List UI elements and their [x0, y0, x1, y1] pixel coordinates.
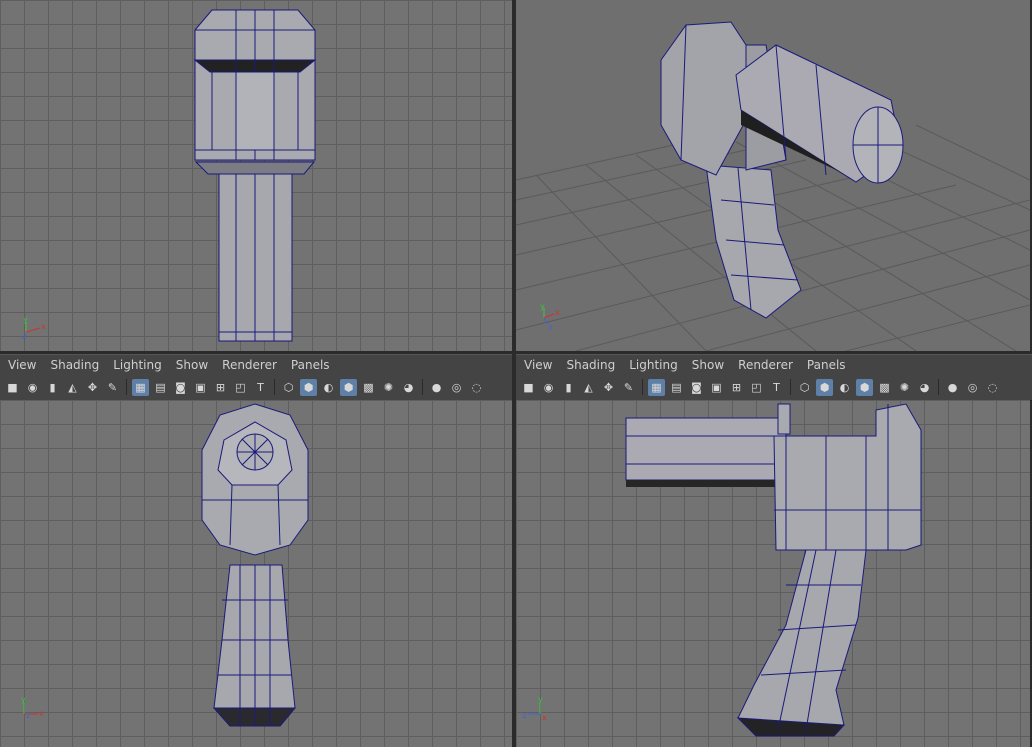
wireframe-icon[interactable]: ⬡: [280, 379, 297, 396]
svg-text:y: y: [538, 696, 543, 704]
hammer-side-mesh: [625, 403, 922, 737]
viewport-side[interactable]: y z x: [516, 400, 1030, 747]
panel-toolbar-right: View Shading Lighting Show Renderer Pane…: [516, 354, 1032, 401]
bookmark-icon[interactable]: ▮: [560, 379, 577, 396]
perspective-grid-and-mesh: [516, 21, 1030, 351]
2d-pan-zoom-icon[interactable]: ✥: [84, 379, 101, 396]
hammer-top-mesh: [201, 403, 309, 727]
image-plane-icon[interactable]: ◭: [580, 379, 597, 396]
safe-action-icon[interactable]: ◰: [748, 379, 765, 396]
safe-action-icon[interactable]: ◰: [232, 379, 249, 396]
screen-space-ao-icon[interactable]: ●: [428, 379, 445, 396]
axis-indicator: y zx: [536, 302, 566, 330]
grease-pencil-icon[interactable]: ✎: [104, 379, 121, 396]
menu-show[interactable]: Show: [176, 358, 208, 372]
menu-shading[interactable]: Shading: [50, 358, 99, 372]
svg-text:y: y: [21, 696, 26, 704]
wireframe-on-shaded-icon[interactable]: ⬢: [340, 378, 357, 396]
wireframe-on-shaded-icon[interactable]: ⬢: [856, 378, 873, 396]
svg-text:y: y: [23, 315, 28, 324]
shadows-icon[interactable]: ◕: [400, 379, 417, 396]
film-gate-icon[interactable]: ▤: [668, 379, 685, 396]
menu-panels[interactable]: Panels: [291, 358, 330, 372]
svg-text:x: x: [542, 713, 547, 722]
anti-aliasing-icon[interactable]: ◌: [468, 379, 485, 396]
panel-icons-left: ■ ◉ ▮ ◭ ✥ ✎ ▦ ▤ ◙ ▣ ⊞ ◰ T ⬡ ⬢ ◐ ⬢ ▩ ✺ ◕ …: [0, 375, 512, 399]
textured-icon[interactable]: ▩: [360, 379, 377, 396]
menu-panels[interactable]: Panels: [807, 358, 846, 372]
safe-title-icon[interactable]: T: [252, 379, 269, 396]
bookmark-icon[interactable]: ▮: [44, 379, 61, 396]
svg-text:z: z: [522, 711, 527, 720]
panel-icons-right: ■ ◉ ▮ ◭ ✥ ✎ ▦ ▤ ◙ ▣ ⊞ ◰ T ⬡ ⬢ ◐ ⬢ ▩ ✺ ◕ …: [516, 375, 1032, 399]
wireframe-icon[interactable]: ⬡: [796, 379, 813, 396]
menu-show[interactable]: Show: [692, 358, 724, 372]
resolution-gate-icon[interactable]: ◙: [172, 379, 189, 396]
gate-mask-icon[interactable]: ▣: [192, 379, 209, 396]
safe-title-icon[interactable]: T: [768, 379, 785, 396]
svg-text:z: z: [548, 323, 553, 330]
anti-aliasing-icon[interactable]: ◌: [984, 379, 1001, 396]
axis-indicator: yzx: [18, 696, 48, 722]
viewport-front-bottom[interactable]: yzx: [0, 400, 512, 747]
hammer-front-mesh: [193, 9, 317, 342]
film-gate-icon[interactable]: ▤: [152, 379, 169, 396]
viewport-front-top[interactable]: yz x: [0, 0, 512, 351]
panel-menu-left: View Shading Lighting Show Renderer Pane…: [0, 355, 512, 375]
grid-icon[interactable]: ▦: [132, 378, 149, 396]
motion-blur-icon[interactable]: ◎: [448, 379, 465, 396]
default-material-icon[interactable]: ◐: [320, 379, 337, 396]
menu-shading[interactable]: Shading: [566, 358, 615, 372]
menu-view[interactable]: View: [8, 358, 36, 372]
svg-text:x: x: [41, 322, 46, 331]
panel-toolbar-left: View Shading Lighting Show Renderer Pane…: [0, 354, 512, 401]
field-chart-icon[interactable]: ⊞: [212, 379, 229, 396]
svg-text:z: z: [22, 332, 27, 340]
smooth-shade-icon[interactable]: ⬢: [816, 378, 833, 396]
axis-indicator: y z x: [522, 696, 556, 722]
axis-indicator: yz x: [20, 314, 50, 340]
camera-attributes-icon[interactable]: ◉: [540, 379, 557, 396]
svg-text:z: z: [26, 711, 31, 720]
svg-text:x: x: [555, 308, 560, 317]
use-all-lights-icon[interactable]: ✺: [380, 379, 397, 396]
svg-text:x: x: [39, 709, 44, 718]
menu-lighting[interactable]: Lighting: [629, 358, 678, 372]
camera-select-icon[interactable]: ■: [520, 379, 537, 396]
camera-select-icon[interactable]: ■: [4, 379, 21, 396]
default-material-icon[interactable]: ◐: [836, 379, 853, 396]
menu-view[interactable]: View: [524, 358, 552, 372]
panel-menu-right: View Shading Lighting Show Renderer Pane…: [516, 355, 1032, 375]
shadows-icon[interactable]: ◕: [916, 379, 933, 396]
motion-blur-icon[interactable]: ◎: [964, 379, 981, 396]
use-all-lights-icon[interactable]: ✺: [896, 379, 913, 396]
field-chart-icon[interactable]: ⊞: [728, 379, 745, 396]
gate-mask-icon[interactable]: ▣: [708, 379, 725, 396]
menu-renderer[interactable]: Renderer: [738, 358, 793, 372]
menu-lighting[interactable]: Lighting: [113, 358, 162, 372]
menu-renderer[interactable]: Renderer: [222, 358, 277, 372]
textured-icon[interactable]: ▩: [876, 379, 893, 396]
image-plane-icon[interactable]: ◭: [64, 379, 81, 396]
resolution-gate-icon[interactable]: ◙: [688, 379, 705, 396]
svg-text:y: y: [540, 302, 545, 311]
viewport-perspective[interactable]: y zx: [516, 0, 1030, 351]
screen-space-ao-icon[interactable]: ●: [944, 379, 961, 396]
smooth-shade-icon[interactable]: ⬢: [300, 378, 317, 396]
grease-pencil-icon[interactable]: ✎: [620, 379, 637, 396]
camera-attributes-icon[interactable]: ◉: [24, 379, 41, 396]
grid-icon[interactable]: ▦: [648, 378, 665, 396]
2d-pan-zoom-icon[interactable]: ✥: [600, 379, 617, 396]
